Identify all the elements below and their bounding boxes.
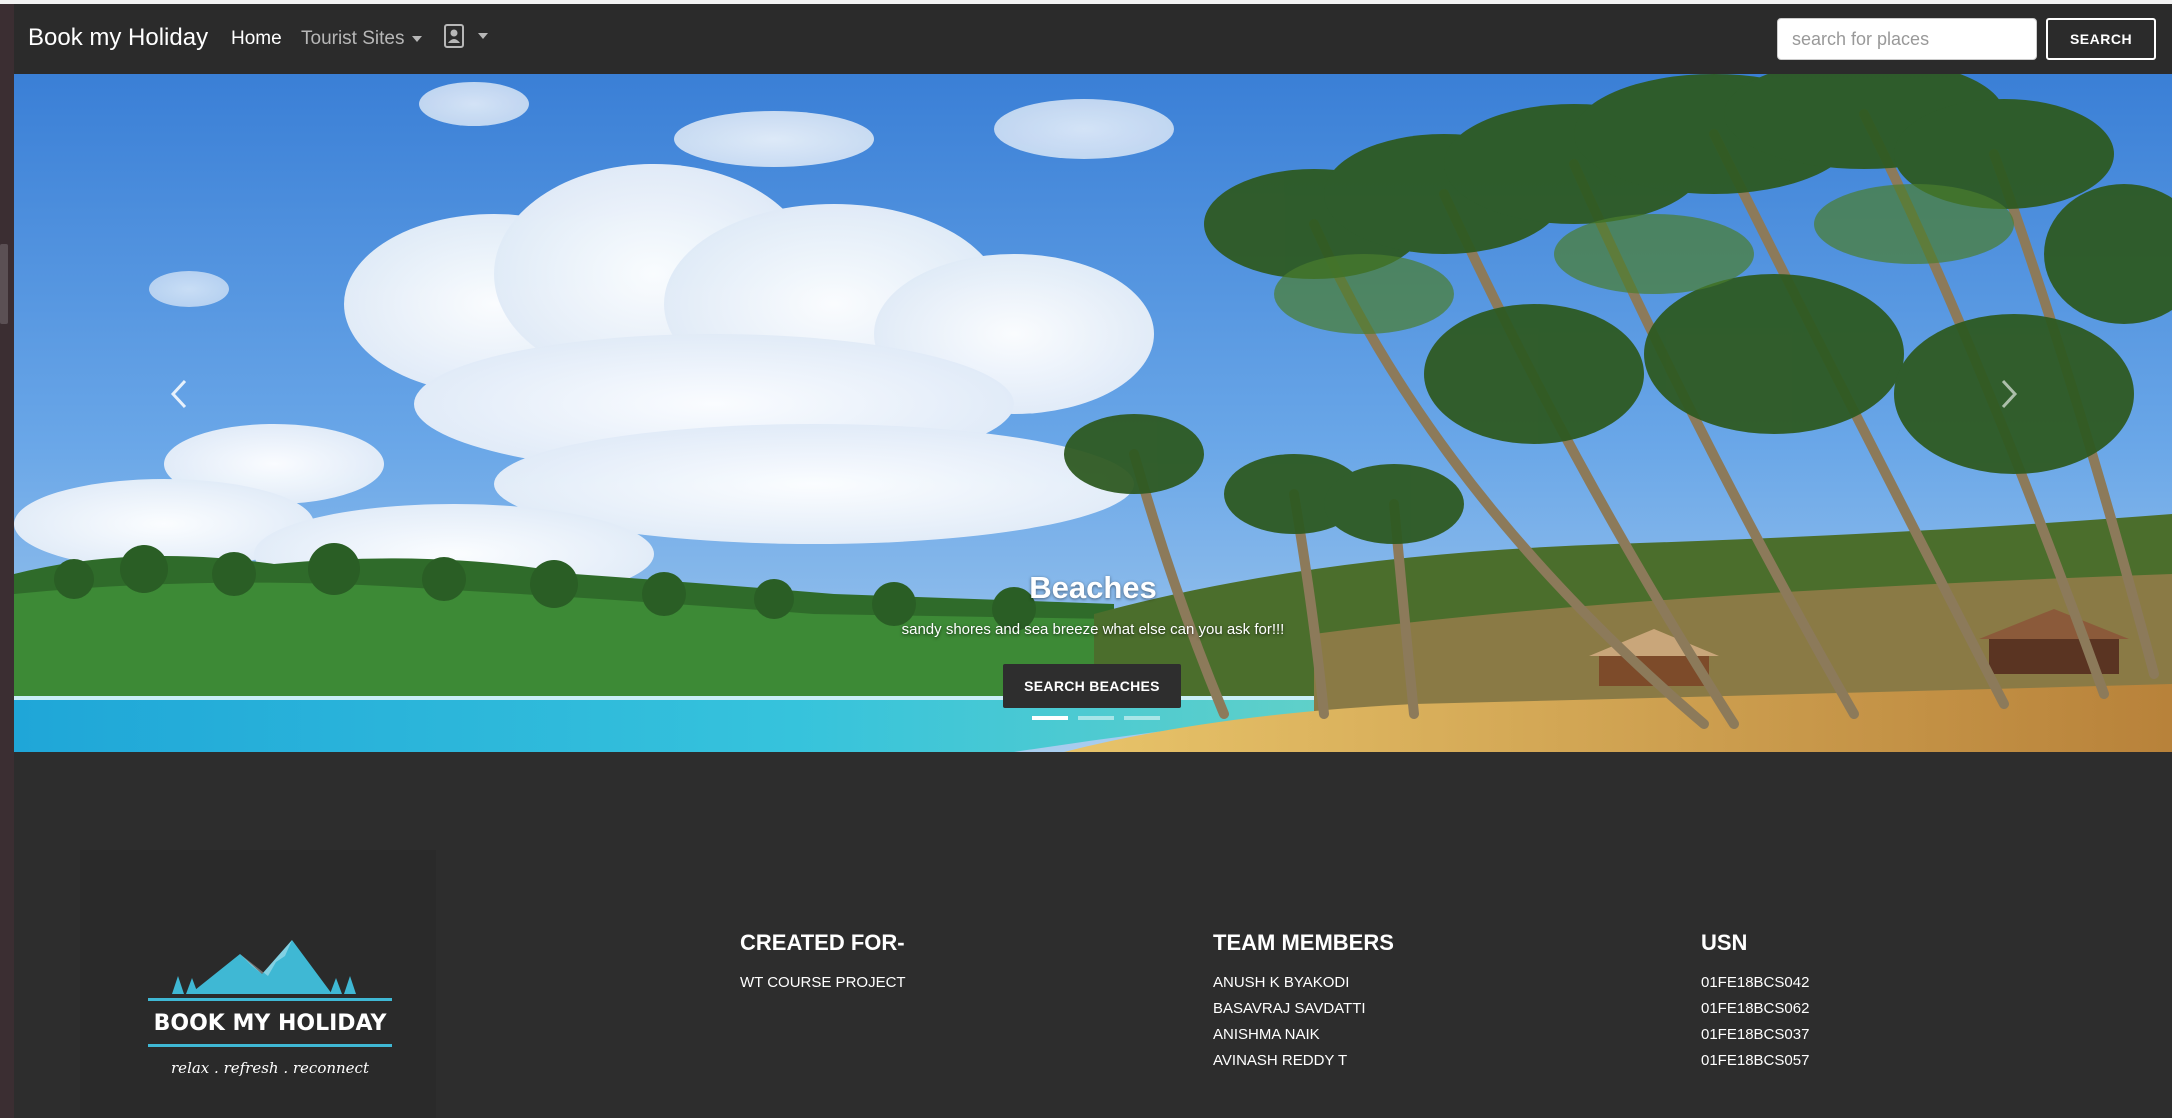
slide-text: sandy shores and sea breeze what else ca… — [901, 621, 1285, 638]
usn-title: USN — [1701, 930, 1748, 955]
usn-value: 01FE18BCS042 — [1701, 974, 1810, 991]
beach-slide-image — [14, 74, 2172, 752]
usn-value: 01FE18BCS057 — [1701, 1052, 1810, 1069]
logo-tagline: relax . refresh . reconnect — [171, 1059, 370, 1077]
team-member: ANISHMA NAIK — [1213, 1026, 1320, 1043]
carousel-indicator[interactable] — [1078, 716, 1114, 720]
usn-value: 01FE18BCS037 — [1701, 1026, 1810, 1043]
footer-created-for: CREATED FOR- WT COURSE PROJECT — [740, 930, 906, 996]
chevron-down-icon — [412, 36, 423, 42]
page: Book my Holiday Home Tourist Sites SEARC… — [14, 4, 2172, 1118]
logo-title: BOOK MY HOLIDAY — [154, 1011, 388, 1036]
carousel-next-button[interactable] — [1979, 364, 2039, 424]
brand-link[interactable]: Book my Holiday — [28, 24, 208, 52]
created-for-line: WT COURSE PROJECT — [740, 974, 906, 991]
gutter-scroll-thumb[interactable] — [0, 244, 8, 324]
nav-account-dropdown[interactable] — [444, 24, 488, 48]
hero-carousel: Beaches sandy shores and sea breeze what… — [14, 74, 2172, 752]
mountain-logo-icon: BOOK MY HOLIDAY relax . refresh . reconn… — [148, 940, 392, 1077]
created-for-title: CREATED FOR- — [740, 930, 905, 955]
team-member: BASAVRAJ SAVDATTI — [1213, 1000, 1366, 1017]
chevron-right-icon — [2001, 379, 2018, 409]
carousel-indicator[interactable] — [1124, 716, 1160, 720]
carousel-indicators — [1032, 716, 1160, 720]
left-gutter — [0, 4, 14, 1118]
chevron-left-icon — [170, 379, 187, 409]
search-input[interactable] — [1777, 18, 2037, 60]
nav-tourist-sites-label: Tourist Sites — [301, 28, 405, 49]
team-member: AVINASH REDDY T — [1213, 1052, 1348, 1069]
usn-value: 01FE18BCS062 — [1701, 1000, 1810, 1017]
nav-tourist-sites-dropdown[interactable]: Tourist Sites — [301, 28, 423, 50]
nav-home-link[interactable]: Home — [231, 28, 282, 50]
team-members-title: TEAM MEMBERS — [1213, 930, 1394, 955]
carousel-indicator[interactable] — [1032, 716, 1068, 720]
footer-logo: BOOK MY HOLIDAY relax . refresh . reconn… — [80, 850, 436, 1118]
footer: BOOK MY HOLIDAY relax . refresh . reconn… — [14, 752, 2172, 1118]
user-account-icon — [444, 24, 464, 48]
slide-title: Beaches — [1029, 570, 1157, 605]
navbar: Book my Holiday Home Tourist Sites SEARC… — [14, 4, 2172, 74]
team-member: ANUSH K BYAKODI — [1213, 974, 1350, 991]
footer-team-members: TEAM MEMBERS ANUSH K BYAKODI BASAVRAJ SA… — [1213, 930, 1394, 1074]
search-button[interactable]: SEARCH — [2046, 18, 2156, 60]
carousel-prev-button[interactable] — [149, 364, 209, 424]
chevron-down-icon — [478, 33, 488, 39]
footer-usn: USN 01FE18BCS042 01FE18BCS062 01FE18BCS0… — [1701, 930, 1809, 1074]
search-beaches-button[interactable]: SEARCH BEACHES — [1003, 664, 1181, 708]
